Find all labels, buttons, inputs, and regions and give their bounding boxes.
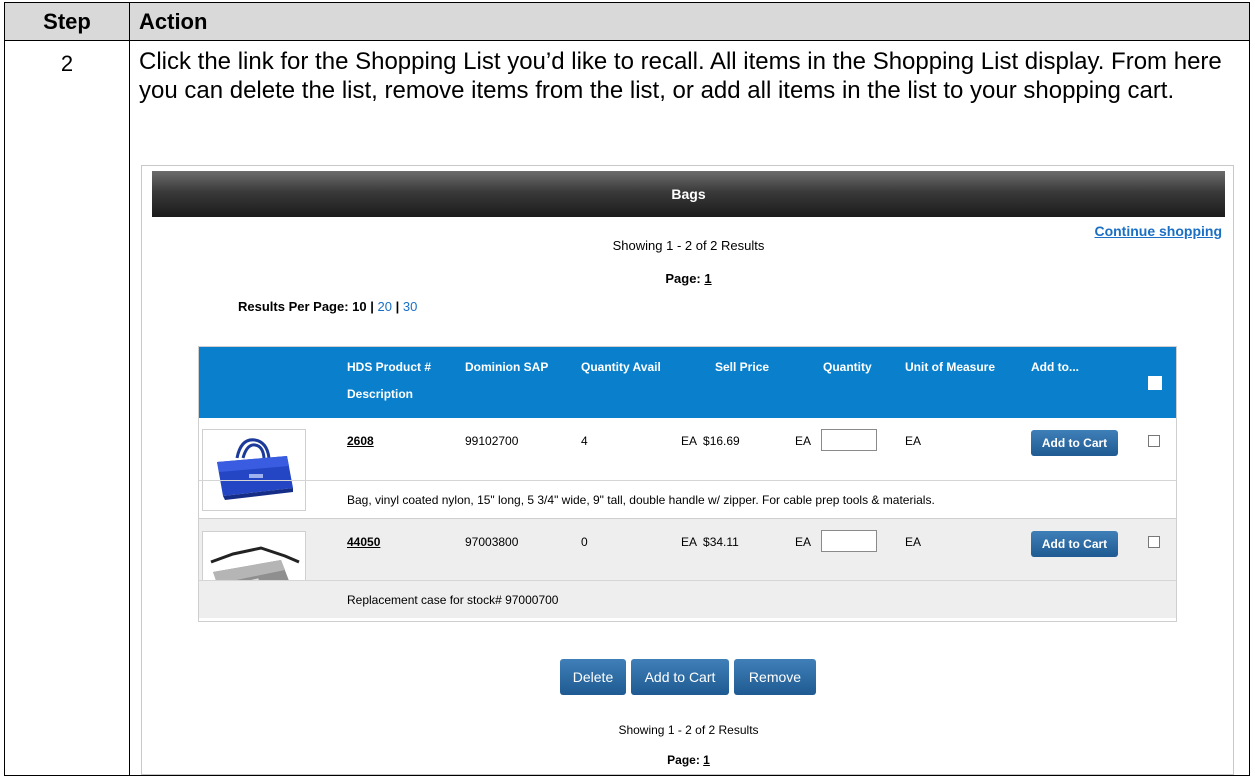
results-count-top: Showing 1 - 2 of 2 Results — [612, 238, 765, 253]
results-per-page-label: Results Per Page: — [238, 299, 349, 314]
col-product: HDS Product # — [347, 360, 432, 374]
sell-price: EA $34.11 — [681, 535, 739, 549]
shopping-list-screenshot: Bags Continue shopping Showing 1 - 2 of … — [141, 165, 1234, 775]
step-column-header: Step — [43, 9, 91, 34]
col-quantity: Quantity — [823, 360, 872, 374]
page-label: Page: — [667, 753, 700, 767]
rpp-option-30[interactable]: 30 — [403, 299, 417, 314]
add-to-cart-button[interactable]: Add to Cart — [1031, 430, 1118, 456]
quantity-unit: EA — [795, 535, 812, 549]
add-all-to-cart-button[interactable]: Add to Cart — [631, 659, 729, 695]
item-description: Bag, vinyl coated nylon, 15" long, 5 3/4… — [347, 493, 935, 507]
rpp-current: 10 — [352, 299, 367, 314]
continue-shopping-link[interactable]: Continue shopping — [1094, 223, 1222, 239]
results-count-bottom: Showing 1 - 2 of 2 Results — [618, 723, 759, 737]
delete-list-button[interactable]: Delete — [560, 659, 626, 695]
product-link-44050[interactable]: 44050 — [347, 535, 380, 549]
add-to-cart-button[interactable]: Add to Cart — [1031, 531, 1118, 557]
sap-number: 99102700 — [465, 434, 519, 448]
quantity-input[interactable] — [821, 429, 877, 451]
column-divider — [129, 3, 130, 775]
results-per-page: Results Per Page: 10 | 20 | 30 — [238, 299, 417, 314]
step-instructions: Click the link for the Shopping List you… — [139, 48, 1222, 104]
quantity-unit: EA — [795, 434, 812, 448]
sell-price: EA $16.69 — [681, 434, 740, 448]
rpp-option-20[interactable]: 20 — [378, 299, 392, 314]
pagination-bottom: Page: 1 — [142, 753, 1233, 767]
unit-of-measure: EA — [905, 434, 922, 448]
page-link-1[interactable]: 1 — [704, 271, 711, 286]
table-header-row: Step Action — [5, 3, 1249, 41]
row-checkbox[interactable] — [1148, 435, 1160, 447]
col-uom: Unit of Measure — [905, 360, 996, 374]
col-sap: Dominion SAP — [465, 360, 549, 374]
step-action-table: Step Action 2 Click the link for the Sho… — [4, 2, 1250, 776]
page-label: Page: — [665, 271, 701, 286]
remove-items-button[interactable]: Remove — [734, 659, 816, 695]
col-description: Description — [347, 387, 414, 401]
pagination-top: Page: 1 — [142, 271, 1233, 286]
table-row-description: Bag, vinyl coated nylon, 15" long, 5 3/4… — [199, 480, 1176, 518]
table-row: 2608 99102700 4 EA $16.69 EA EA Add to C… — [199, 418, 1176, 511]
col-add-to: Add to... — [1031, 360, 1079, 374]
col-avail: Quantity Avail — [581, 360, 661, 374]
select-all-checkbox[interactable] — [1148, 376, 1162, 390]
row-checkbox[interactable] — [1148, 536, 1160, 548]
sap-number: 97003800 — [465, 535, 519, 549]
item-description: Replacement case for stock# 97000700 — [347, 593, 559, 607]
quantity-available: 0 — [581, 535, 588, 549]
unit-of-measure: EA — [905, 535, 922, 549]
page-link-1[interactable]: 1 — [703, 753, 710, 767]
list-title-bar: Bags — [152, 171, 1225, 217]
table-row-description: Replacement case for stock# 97000700 — [199, 580, 1176, 618]
rpp-separator: | — [370, 299, 374, 314]
product-link-2608[interactable]: 2608 — [347, 434, 374, 448]
action-column-header: Action — [139, 9, 208, 34]
rpp-separator: | — [395, 299, 400, 314]
step-number: 2 — [60, 51, 74, 76]
quantity-available: 4 — [581, 434, 588, 448]
quantity-input[interactable] — [821, 530, 877, 552]
col-price: Sell Price — [715, 360, 770, 374]
table-row: 44050 97003800 0 EA $34.11 EA EA Add to … — [199, 518, 1176, 613]
grid-header: HDS Product # Description Dominion SAP Q… — [199, 347, 1176, 418]
results-grid: HDS Product # Description Dominion SAP Q… — [198, 346, 1177, 622]
